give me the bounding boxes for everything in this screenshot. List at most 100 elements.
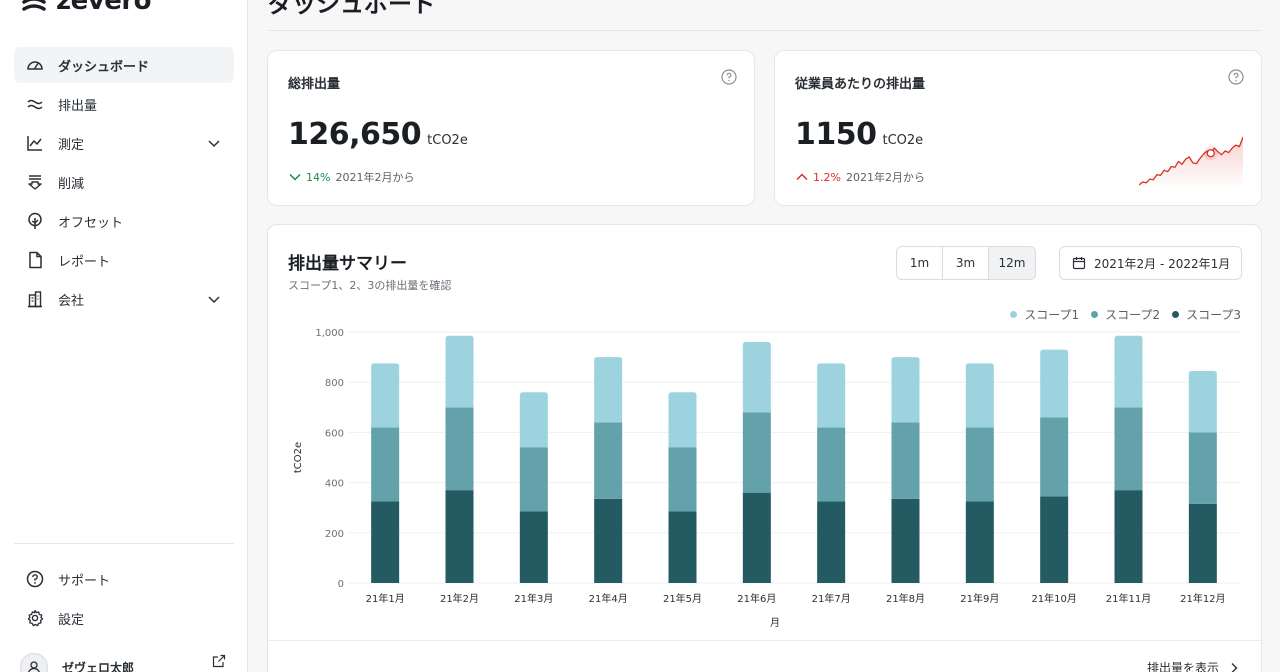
wave-icon — [24, 93, 46, 115]
bar-segment-scope1[interactable] — [668, 392, 697, 448]
bar-segment-scope2[interactable] — [742, 412, 771, 493]
sidebar-item-settings[interactable]: 設定 — [14, 600, 234, 636]
sidebar-item-report[interactable]: レポート — [14, 242, 234, 278]
sidebar-item-label: 排出量 — [58, 98, 98, 114]
bar-segment-scope2[interactable] — [371, 427, 400, 502]
help-icon[interactable] — [721, 69, 737, 85]
per-employee-card: 従業員あたりの排出量 1150 tCO2e 1.2% 2021年2月から — [774, 50, 1262, 206]
sidebar-item-label: 会社 — [58, 293, 85, 309]
help-icon[interactable] — [1228, 69, 1244, 85]
chevron-down-icon[interactable] — [206, 291, 222, 307]
y-tick-label: 800 — [325, 378, 344, 389]
bar-segment-scope2[interactable] — [965, 427, 994, 502]
card-title: 総排出量 — [288, 77, 341, 92]
bar-segment-scope3[interactable] — [445, 490, 474, 583]
x-tick-label: 21年12月 — [1180, 592, 1225, 605]
bar-segment-scope3[interactable] — [1040, 496, 1069, 583]
bar-segment-scope1[interactable] — [1188, 370, 1217, 433]
metric-unit: tCO2e — [882, 133, 924, 148]
change-text: 2021年2月から — [335, 171, 415, 184]
bar-segment-scope1[interactable] — [594, 357, 623, 423]
sidebar-item-label: 測定 — [58, 137, 85, 153]
bar-segment-scope1[interactable] — [519, 392, 548, 448]
gauge-icon — [24, 54, 46, 76]
bar-segment-scope2[interactable] — [445, 407, 474, 491]
x-tick-label: 21年6月 — [737, 592, 776, 605]
metric-value: 1150 — [795, 117, 877, 152]
x-tick-label: 21年4月 — [589, 592, 628, 605]
sidebar-item-label: 設定 — [58, 612, 85, 628]
sidebar-item-label: オフセット — [58, 215, 124, 231]
user-profile[interactable]: ゼヴェロ太郎 — [20, 652, 230, 672]
sidebar-item-reduce[interactable]: 削減 — [14, 164, 234, 200]
bar-segment-scope2[interactable] — [1040, 417, 1069, 497]
metric-unit: tCO2e — [427, 133, 468, 148]
x-axis-label: 月 — [770, 617, 780, 629]
help-circle-icon — [24, 568, 46, 590]
bar-segment-scope2[interactable] — [519, 447, 548, 512]
bar-segment-scope2[interactable] — [668, 447, 697, 512]
sidebar-divider — [14, 543, 234, 544]
bar-segment-scope3[interactable] — [371, 501, 400, 583]
document-icon — [24, 249, 46, 271]
bar-segment-scope3[interactable] — [668, 511, 697, 583]
chevron-up-icon — [796, 173, 808, 181]
bar-segment-scope1[interactable] — [445, 335, 474, 408]
sidebar-item-dashboard[interactable]: ダッシュボード — [14, 47, 234, 83]
building-icon — [24, 288, 46, 310]
metric-value: 126,650 — [288, 117, 422, 152]
stacked-bar-chart: 0 200 400 600 800 1,000 tCO2e 21年1月 21年2月 21年3月 21… — [293, 328, 1240, 629]
bar-segment-scope1[interactable] — [817, 363, 846, 428]
bar-segment-scope2[interactable] — [594, 422, 623, 499]
y-tick-label: 0 — [338, 579, 344, 590]
sidebar: zevero ダッシュボード 排出量 測定 削減 オフセット レポート 会社 サ… — [0, 0, 248, 672]
x-tick-label: 21年2月 — [440, 592, 479, 605]
x-tick-label: 21年1月 — [366, 592, 405, 605]
bar-segment-scope3[interactable] — [742, 492, 771, 583]
bar-segment-scope2[interactable] — [1188, 432, 1217, 504]
bar-segment-scope3[interactable] — [519, 511, 548, 583]
bar-segment-scope1[interactable] — [965, 363, 994, 428]
bar-segment-scope3[interactable] — [1114, 490, 1143, 583]
metric: 126,650 tCO2e — [288, 117, 468, 152]
y-tick-label: 400 — [325, 479, 344, 490]
y-tick-label: 600 — [325, 428, 344, 439]
view-emissions-link[interactable]: 排出量を表示 — [1147, 659, 1239, 672]
bar-segment-scope3[interactable] — [817, 501, 846, 583]
bar-segment-scope1[interactable] — [1040, 349, 1069, 418]
brand-logo[interactable]: zevero — [20, 0, 152, 16]
bar-segment-scope2[interactable] — [891, 422, 920, 499]
bar-segment-scope3[interactable] — [965, 501, 994, 583]
main-nav: ダッシュボード 排出量 測定 削減 オフセット レポート 会社 — [14, 47, 234, 320]
sidebar-item-offset[interactable]: オフセット — [14, 203, 234, 239]
sidebar-item-support[interactable]: サポート — [14, 561, 234, 597]
bar-segment-scope1[interactable] — [742, 342, 771, 413]
sidebar-item-company[interactable]: 会社 — [14, 281, 234, 317]
secondary-nav: サポート 設定 — [14, 561, 234, 639]
bar-segment-scope1[interactable] — [1114, 335, 1143, 408]
bar-segment-scope1[interactable] — [891, 357, 920, 423]
bar-segment-scope3[interactable] — [891, 498, 920, 583]
avatar — [20, 653, 48, 672]
bar-segment-scope2[interactable] — [1114, 407, 1143, 491]
bar-segment-scope1[interactable] — [371, 363, 400, 428]
sidebar-item-emissions[interactable]: 排出量 — [14, 86, 234, 122]
external-link-icon[interactable] — [212, 654, 226, 668]
x-tick-label: 21年9月 — [960, 592, 999, 605]
bar-segment-scope2[interactable] — [817, 427, 846, 502]
chevron-down-icon — [289, 173, 301, 181]
gear-icon — [24, 607, 46, 629]
chevron-down-icon[interactable] — [206, 135, 222, 151]
line-chart-icon — [24, 132, 46, 154]
tree-icon — [24, 210, 46, 232]
sparkline-point[interactable] — [1206, 149, 1215, 158]
reduce-icon — [24, 171, 46, 193]
bar-segment-scope3[interactable] — [1188, 503, 1217, 583]
x-tick-label: 21年8月 — [886, 592, 925, 605]
user-icon — [28, 661, 40, 672]
change-percent: 14% — [306, 170, 331, 184]
bar-segment-scope3[interactable] — [594, 498, 623, 583]
page-title: ダッシュボード — [268, 0, 436, 18]
sidebar-item-measure[interactable]: 測定 — [14, 125, 234, 161]
card-footer-divider — [268, 640, 1261, 641]
